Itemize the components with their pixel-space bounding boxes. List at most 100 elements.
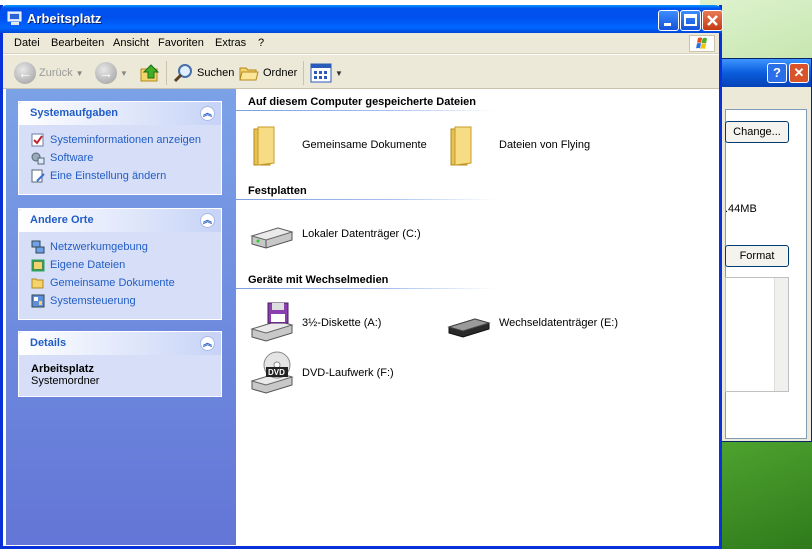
other-places-box: Andere Orte ︽ Netzwerkumgebung Eigene Da…: [18, 208, 222, 320]
task-software[interactable]: Software: [31, 149, 221, 167]
close-button[interactable]: ✕: [789, 63, 809, 83]
place-label: Netzwerkumgebung: [50, 241, 148, 253]
task-label: Software: [50, 152, 94, 164]
menu-datei[interactable]: Datei: [14, 37, 40, 49]
change-button[interactable]: Change...: [725, 121, 789, 143]
place-shared-documents[interactable]: Gemeinsame Dokumente: [31, 274, 221, 292]
item-label: DVD-Laufwerk (F:): [302, 367, 394, 379]
group-divider: [236, 288, 496, 289]
group-divider: [236, 110, 496, 111]
group-divider: [236, 199, 496, 200]
task-change-setting[interactable]: Eine Einstellung ändern: [31, 167, 221, 185]
folders-label: Ordner: [263, 67, 298, 79]
search-label: Suchen: [197, 67, 235, 79]
toolbar: ← Zurück ▼ → ▼ Suchen Ordner ▼: [3, 55, 719, 89]
folder-icon: [31, 278, 44, 289]
my-documents-icon: [31, 259, 45, 272]
up-button[interactable]: [139, 61, 161, 85]
minimize-button[interactable]: [658, 10, 679, 31]
details-title: Details: [30, 337, 67, 349]
menu-favoriten[interactable]: Favoriten: [158, 37, 204, 49]
folder-up-icon: [140, 64, 160, 82]
my-computer-icon: [7, 11, 22, 25]
system-tasks-box: Systemaufgaben ︽ Systeminformationen anz…: [18, 101, 222, 195]
views-icon: [310, 63, 332, 83]
place-control-panel[interactable]: Systemsteuerung: [31, 292, 221, 310]
details-box: Details ︽ Arbeitsplatz Systemordner: [18, 331, 222, 397]
collapse-icon[interactable]: ︽: [200, 106, 215, 121]
place-label: Gemeinsame Dokumente: [50, 277, 175, 289]
settings-icon: [31, 169, 45, 183]
system-tasks-header[interactable]: Systemaufgaben ︽: [19, 102, 221, 125]
close-button[interactable]: [702, 10, 723, 31]
floppy-drive-icon: [250, 302, 294, 342]
menu-bearbeiten[interactable]: Bearbeiten: [51, 37, 104, 49]
group-header-removable: Geräte mit Wechselmedien: [248, 274, 389, 286]
titlebar[interactable]: Arbeitsplatz: [0, 5, 723, 33]
search-button[interactable]: Suchen: [172, 61, 234, 85]
chevron-down-icon: ▼: [335, 68, 343, 78]
drive-a-floppy[interactable]: 3½-Diskette (A:): [248, 299, 381, 347]
help-button[interactable]: ?: [767, 63, 787, 83]
chevron-down-icon: ▼: [75, 68, 84, 78]
views-button[interactable]: ▼: [310, 61, 343, 85]
place-label: Eigene Dateien: [50, 259, 126, 271]
item-label: Wechseldatenträger (E:): [499, 317, 619, 329]
capacity-label: .44MB: [725, 203, 757, 215]
windows-logo-icon: [689, 35, 715, 52]
item-label: Gemeinsame Dokumente: [302, 139, 427, 151]
system-info-icon: [31, 133, 44, 147]
system-tasks-title: Systemaufgaben: [30, 107, 119, 119]
collapse-icon[interactable]: ︽: [200, 213, 215, 228]
place-network[interactable]: Netzwerkumgebung: [31, 238, 221, 256]
control-panel-icon: [31, 294, 45, 308]
place-my-documents[interactable]: Eigene Dateien: [31, 256, 221, 274]
drive-f-dvd[interactable]: DVD DVD-Laufwerk (F:): [248, 349, 394, 397]
task-label: Systeminformationen anzeigen: [50, 134, 202, 146]
menu-extras[interactable]: Extras: [215, 37, 246, 49]
other-places-header[interactable]: Andere Orte ︽: [19, 209, 221, 232]
task-system-info[interactable]: Systeminformationen anzeigen: [31, 131, 221, 149]
explorer-window: Arbeitsplatz Datei Bearbeiten Ansicht Fa…: [0, 5, 723, 549]
back-arrow-icon: ←: [14, 62, 36, 84]
toolbar-separator: [166, 61, 167, 85]
menubar: Datei Bearbeiten Ansicht Favoriten Extra…: [3, 33, 719, 54]
drive-c[interactable]: Lokaler Datenträger (C:): [248, 210, 421, 258]
menu-ansicht[interactable]: Ansicht: [113, 37, 149, 49]
window-title: Arbeitsplatz: [27, 11, 102, 26]
folder-flying-files[interactable]: Dateien von Flying: [445, 121, 590, 169]
folders-button[interactable]: Ordner: [238, 61, 297, 85]
folder-shared-documents[interactable]: Gemeinsame Dokumente: [248, 121, 427, 169]
software-icon: [31, 152, 45, 165]
folder-icon: [253, 126, 275, 166]
format-button[interactable]: Format: [725, 245, 789, 267]
details-header[interactable]: Details ︽: [19, 332, 221, 355]
dvd-drive-icon: DVD: [248, 349, 296, 397]
task-pane: Systemaufgaben ︽ Systeminformationen anz…: [6, 89, 236, 545]
dialog-list[interactable]: [725, 277, 789, 392]
task-label: Eine Einstellung ändern: [50, 170, 167, 182]
removable-drive-icon: [447, 318, 491, 338]
close-icon: [707, 15, 718, 26]
group-header-stored-files: Auf diesem Computer gespeicherte Dateien: [248, 96, 477, 108]
item-label: Lokaler Datenträger (C:): [302, 228, 421, 240]
collapse-icon[interactable]: ︽: [200, 336, 215, 351]
menu-help[interactable]: ?: [258, 37, 264, 49]
scrollbar[interactable]: [774, 278, 788, 391]
search-icon: [173, 64, 192, 83]
place-label: Systemsteuerung: [50, 295, 136, 307]
back-button[interactable]: ← Zurück ▼: [14, 61, 84, 85]
other-places-title: Andere Orte: [30, 214, 94, 226]
maximize-icon: [684, 14, 697, 26]
item-label: 3½-Diskette (A:): [302, 317, 382, 329]
maximize-button[interactable]: [680, 10, 701, 31]
chevron-down-icon: ▼: [120, 68, 128, 78]
forward-button[interactable]: → ▼: [95, 61, 128, 85]
drive-e-removable[interactable]: Wechseldatenträger (E:): [445, 299, 618, 347]
toolbar-separator: [303, 61, 304, 85]
network-icon: [31, 240, 45, 254]
back-label: Zurück: [39, 67, 73, 79]
content-pane: Auf diesem Computer gespeicherte Dateien…: [236, 89, 719, 545]
folder-icon: [450, 126, 472, 166]
details-name: Arbeitsplatz: [31, 363, 94, 375]
